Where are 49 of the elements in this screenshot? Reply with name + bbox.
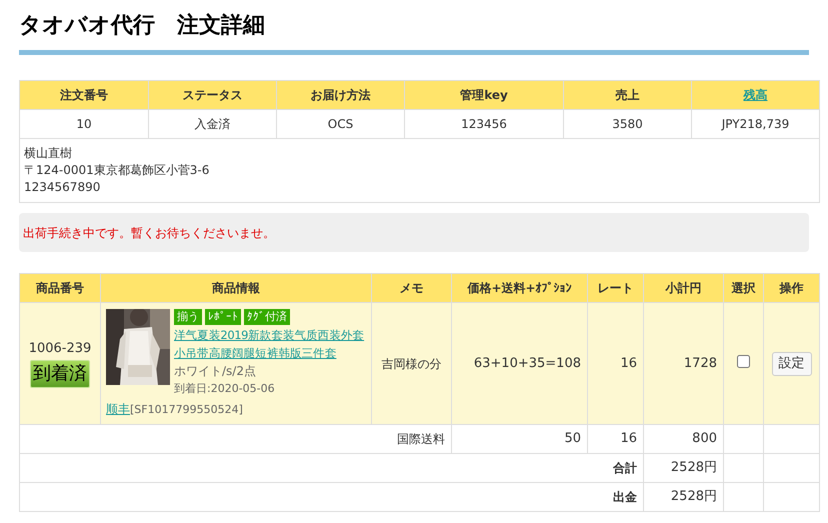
column-header: メモ bbox=[400, 281, 424, 295]
table-cell-text: 入金済 bbox=[194, 117, 230, 131]
total-value: 2528円 bbox=[670, 460, 717, 476]
product-number: 1006-239 bbox=[28, 340, 92, 358]
tracking-number: [SF1017799550524] bbox=[130, 402, 243, 416]
table-cell-text: JPY218,739 bbox=[722, 117, 790, 131]
address-line: 横山直樹 bbox=[24, 146, 72, 160]
column-header: ステータス bbox=[182, 88, 242, 102]
column-header: 商品情報 bbox=[212, 281, 260, 295]
column-header: 注文番号 bbox=[60, 88, 108, 102]
balance-link[interactable]: 残高 bbox=[744, 88, 768, 102]
total-value: 2528円 bbox=[670, 489, 717, 504]
table-cell-text: 16 bbox=[620, 431, 637, 446]
table-cell-text: 50 bbox=[564, 431, 581, 446]
notice-message: 出荷手続き中です。暫くお待ちくださいませ。 bbox=[23, 224, 275, 242]
column-header: 価格+送料+ｵﾌﾟｼｮﾝ bbox=[467, 281, 572, 295]
tag: 揃う bbox=[174, 308, 202, 325]
table-cell-text: 16 bbox=[620, 356, 637, 371]
column-header: 小計円 bbox=[666, 281, 702, 295]
total-label: 合計 bbox=[613, 461, 637, 475]
column-header: 選択 bbox=[732, 281, 756, 295]
settings-button[interactable]: 設定 bbox=[772, 352, 812, 376]
column-header: 商品番号 bbox=[36, 281, 84, 295]
column-header: 売上 bbox=[616, 88, 640, 102]
select-checkbox[interactable] bbox=[737, 354, 750, 368]
table-cell-text: 123456 bbox=[461, 117, 507, 131]
table-cell-text: 63+10+35=108 bbox=[474, 356, 581, 371]
column-header: レート bbox=[598, 281, 634, 295]
tag: ﾚﾎﾟｰﾄ bbox=[205, 308, 241, 325]
status-badge: 到着済 bbox=[30, 360, 90, 388]
total-label: 出金 bbox=[613, 490, 637, 504]
column-header: 管理key bbox=[460, 88, 508, 102]
variant-text: ホワイト/s/2点 bbox=[174, 362, 257, 380]
table-cell-text: 10 bbox=[76, 117, 92, 131]
table-cell-text: 3580 bbox=[612, 117, 643, 131]
arrival-date: 到着日:2020-05-06 bbox=[174, 380, 276, 397]
column-header: 操作 bbox=[780, 281, 804, 295]
table-cell-text: 800 bbox=[692, 431, 717, 446]
page-title: タオバオ代行 注文詳細 bbox=[19, 12, 266, 40]
address-line: 〒124-0001東京都葛飾区小菅3-6 bbox=[24, 163, 210, 177]
table-cell-text: 1728 bbox=[684, 356, 717, 371]
table-cell-text: OCS bbox=[328, 117, 354, 131]
shipping-label: 国際送料 bbox=[397, 432, 445, 446]
tag: ﾀｸﾞ付済 bbox=[244, 308, 290, 325]
product-link[interactable]: 洋气夏装2019新款套装气质西装外套小吊带高腰阔腿短裤韩版三件套 bbox=[174, 326, 366, 362]
column-header: お届け方法 bbox=[310, 88, 370, 102]
address-line: 1234567890 bbox=[24, 180, 100, 194]
memo-text: 吉岡様の分 bbox=[382, 356, 442, 370]
carrier-link[interactable]: 顺丰 bbox=[106, 402, 130, 416]
